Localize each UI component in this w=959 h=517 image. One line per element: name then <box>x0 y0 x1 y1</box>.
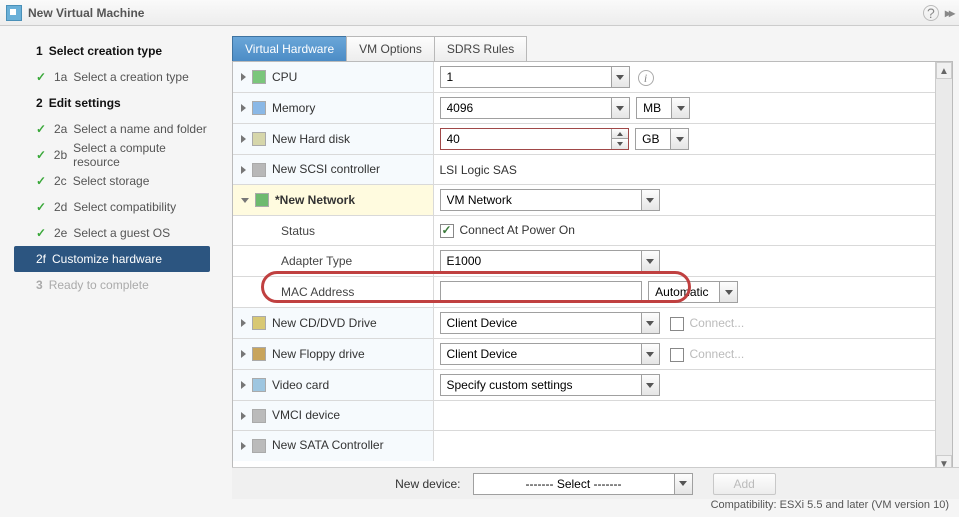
sata-icon <box>252 439 266 453</box>
cpu-select[interactable] <box>440 66 630 88</box>
row-cd: New CD/DVD Drive Connect... <box>233 308 935 339</box>
connect-checkbox[interactable]: ✓ <box>440 224 454 238</box>
row-mac-address: MAC Address <box>233 277 935 308</box>
step-1a[interactable]: ✓1aSelect a creation type <box>18 64 214 90</box>
mac-mode-select[interactable] <box>648 281 738 303</box>
new-device-label: New device: <box>395 477 460 491</box>
tab-virtual-hardware[interactable]: Virtual Hardware <box>232 36 347 61</box>
memory-icon <box>252 101 266 115</box>
vm-icon <box>6 5 22 21</box>
titlebar: New Virtual Machine ? ▸▸ <box>0 0 959 26</box>
help-icon[interactable]: ? <box>923 5 939 21</box>
memory-unit-select[interactable] <box>636 97 690 119</box>
floppy-icon <box>252 347 266 361</box>
video-select[interactable] <box>440 374 660 396</box>
mac-address-input[interactable] <box>440 281 642 303</box>
tab-sdrs-rules[interactable]: SDRS Rules <box>434 36 527 61</box>
step-2f[interactable]: 2f Customize hardware <box>14 246 210 272</box>
wizard-steps: 1Select creation type ✓1aSelect a creati… <box>0 26 218 499</box>
new-device-bar: New device: Add <box>232 467 959 499</box>
scroll-up-icon[interactable]: ▲ <box>936 62 952 79</box>
floppy-select[interactable] <box>440 343 660 365</box>
window-title: New Virtual Machine <box>28 6 923 20</box>
step-2d[interactable]: ✓2dSelect compatibility <box>18 194 214 220</box>
new-device-select[interactable] <box>473 473 693 495</box>
info-icon[interactable]: i <box>638 70 654 86</box>
step-2a[interactable]: ✓2aSelect a name and folder <box>18 116 214 142</box>
row-adapter-type: Adapter Type <box>233 246 935 277</box>
row-disk: New Hard disk <box>233 124 935 155</box>
row-video: Video card <box>233 370 935 401</box>
row-floppy: New Floppy drive Connect... <box>233 339 935 370</box>
step-1[interactable]: 1Select creation type <box>18 38 214 64</box>
network-select[interactable] <box>440 189 660 211</box>
add-button[interactable]: Add <box>713 473 776 495</box>
tabs: Virtual Hardware VM Options SDRS Rules <box>232 36 953 61</box>
compatibility-footer: Compatibility: ESXi 5.5 and later (VM ve… <box>711 499 949 517</box>
row-network-status: Status ✓Connect At Power On <box>233 216 935 246</box>
step-2c[interactable]: ✓2cSelect storage <box>18 168 214 194</box>
disk-unit-select[interactable] <box>635 128 689 150</box>
row-cpu: CPU i <box>233 62 935 93</box>
adapter-type-select[interactable] <box>440 250 660 272</box>
cd-select[interactable] <box>440 312 660 334</box>
row-network: *New Network <box>233 185 935 216</box>
scsi-value: LSI Logic SAS <box>440 163 517 177</box>
memory-input[interactable] <box>440 97 630 119</box>
step-2[interactable]: 2Edit settings <box>18 90 214 116</box>
cd-connect-checkbox <box>670 317 684 331</box>
vmci-icon <box>252 409 266 423</box>
row-memory: Memory <box>233 93 935 124</box>
floppy-connect-checkbox <box>670 348 684 362</box>
step-2b[interactable]: ✓2bSelect a compute resource <box>18 142 214 168</box>
disk-icon <box>252 132 266 146</box>
expand-icon[interactable]: ▸▸ <box>945 6 953 20</box>
scsi-icon <box>252 163 266 177</box>
step-2e[interactable]: ✓2eSelect a guest OS <box>18 220 214 246</box>
video-icon <box>252 378 266 392</box>
cpu-icon <box>252 70 266 84</box>
step-3: 3Ready to complete <box>18 272 214 298</box>
content-area: Virtual Hardware VM Options SDRS Rules ▲… <box>218 26 959 499</box>
network-icon <box>255 193 269 207</box>
hardware-panel: ▲ ▼ CPU i Memory New Hard disk <box>232 61 953 473</box>
scrollbar[interactable]: ▲ ▼ <box>935 62 952 472</box>
row-scsi: New SCSI controller LSI Logic SAS <box>233 155 935 185</box>
row-sata: New SATA Controller <box>233 431 935 461</box>
disk-size-input[interactable] <box>440 128 629 150</box>
tab-vm-options[interactable]: VM Options <box>346 36 435 61</box>
cd-icon <box>252 316 266 330</box>
row-vmci: VMCI device <box>233 401 935 431</box>
